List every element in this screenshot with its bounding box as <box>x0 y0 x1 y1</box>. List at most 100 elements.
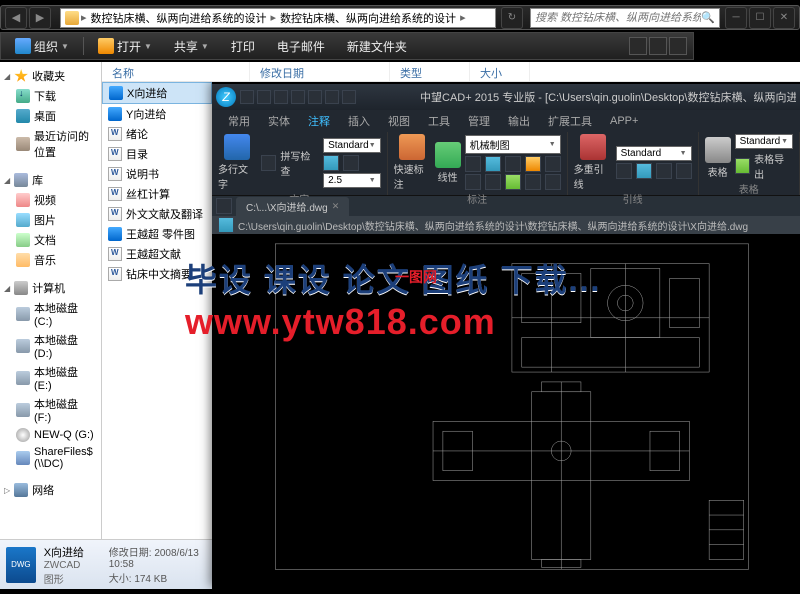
share-button[interactable]: 共享▼ <box>166 36 217 57</box>
tab-tools[interactable]: 工具 <box>420 111 458 131</box>
cad-window: Z 中望CAD+ 2015 专业版 - [C:\Users\qin.guolin… <box>212 84 800 589</box>
tab-extend[interactable]: 扩展工具 <box>540 111 600 131</box>
nav-pane: ◢收藏夹 下载 桌面 最近访问的位置 ◢库 视频 图片 文档 音乐 ◢计算机 本… <box>0 62 102 589</box>
col-type[interactable]: 类型 <box>390 62 470 81</box>
nav-drive-f[interactable]: 本地磁盘 (F:) <box>0 394 101 426</box>
spell-button[interactable] <box>261 155 277 171</box>
help-button[interactable] <box>669 37 687 55</box>
cad-logo-icon[interactable]: Z <box>216 87 236 107</box>
computer-group[interactable]: ◢计算机 <box>0 278 101 298</box>
tab-common[interactable]: 常用 <box>220 111 258 131</box>
find-button[interactable] <box>323 155 339 171</box>
file-item[interactable]: 绪论 <box>102 124 212 144</box>
quick-access-toolbar <box>240 90 356 104</box>
search-box[interactable]: 🔍 <box>530 8 720 28</box>
file-item[interactable]: 丝杠计算 <box>102 184 212 204</box>
details-filetype: ZWCAD 图形 <box>44 560 93 586</box>
newfolder-button[interactable]: 新建文件夹 <box>339 36 415 57</box>
tab-insert[interactable]: 插入 <box>340 111 378 131</box>
table-button[interactable]: 表格 <box>705 137 731 179</box>
tab-output[interactable]: 输出 <box>500 111 538 131</box>
drawing-canvas[interactable] <box>212 234 800 589</box>
file-item[interactable]: 王越超文献 <box>102 244 212 264</box>
dimstyle-combo[interactable]: 机械制图▼ <box>465 135 561 154</box>
email-button[interactable]: 电子邮件 <box>269 36 333 57</box>
qat-new[interactable] <box>240 90 254 104</box>
drive-icon <box>16 307 30 321</box>
col-name[interactable]: 名称 <box>102 62 250 81</box>
tblexport-button[interactable] <box>735 158 751 174</box>
document-tab[interactable]: C:\...\X向进给.dwg✕ <box>236 197 349 216</box>
tab-view[interactable]: 视图 <box>380 111 418 131</box>
nav-drive-e[interactable]: 本地磁盘 (E:) <box>0 362 101 394</box>
qat-more[interactable] <box>342 90 356 104</box>
preview-button[interactable] <box>649 37 667 55</box>
file-item[interactable]: 外文文献及翻译 <box>102 204 212 224</box>
nav-videos[interactable]: 视频 <box>0 190 101 210</box>
textstyle-combo[interactable]: Standard▼ <box>323 138 381 153</box>
tab-app[interactable]: APP+ <box>602 113 646 129</box>
doc-icon <box>108 127 122 141</box>
tab-annotate[interactable]: 注释 <box>300 111 338 131</box>
qat-save[interactable] <box>274 90 288 104</box>
tablestyle-combo[interactable]: Standard▼ <box>735 134 793 149</box>
mleader-button[interactable]: 多重引线 <box>574 134 612 191</box>
nav-desktop[interactable]: 桌面 <box>0 106 101 126</box>
leaderstyle-combo[interactable]: Standard▼ <box>616 146 692 161</box>
table-icon <box>705 137 731 163</box>
qat-redo[interactable] <box>308 90 322 104</box>
nav-documents[interactable]: 文档 <box>0 230 101 250</box>
refresh-button[interactable]: ↻ <box>501 7 523 29</box>
close-button[interactable]: ✕ <box>773 7 795 29</box>
close-tab-icon[interactable]: ✕ <box>332 201 340 212</box>
details-size: 174 KB <box>134 574 167 585</box>
tab-solid[interactable]: 实体 <box>260 111 298 131</box>
col-date[interactable]: 修改日期 <box>250 62 390 81</box>
file-list: X向进给 Y向进给 绪论 目录 说明书 丝杠计算 外文文献及翻译 王越超 零件图… <box>102 82 212 539</box>
breadcrumb-seg[interactable]: 数控钻床横、纵两向进给系统的设计 <box>278 10 458 26</box>
picture-icon <box>16 213 30 227</box>
file-item[interactable]: 目录 <box>102 144 212 164</box>
nav-drive-d[interactable]: 本地磁盘 (D:) <box>0 330 101 362</box>
max-button[interactable]: ☐ <box>749 7 771 29</box>
linear-button[interactable]: 线性 <box>435 142 461 184</box>
tab-home-icon[interactable] <box>216 198 232 214</box>
breadcrumb-seg[interactable]: 数控钻床横、纵两向进给系统的设计 <box>89 10 269 26</box>
nav-music[interactable]: 音乐 <box>0 250 101 270</box>
nav-fwd-button[interactable]: ▶ <box>29 7 51 29</box>
file-item[interactable]: 钻床中文摘要 <box>102 264 212 284</box>
nav-downloads[interactable]: 下载 <box>0 86 101 106</box>
ribbon: 多行文字 拼写检查 Standard▼ 2.5▼ 文字 快速标注 线性 机械制图… <box>212 132 800 196</box>
qat-open[interactable] <box>257 90 271 104</box>
favorites-group[interactable]: ◢收藏夹 <box>0 66 101 86</box>
mtext-button[interactable]: 多行文字 <box>218 134 257 191</box>
file-item[interactable]: 王越超 零件图 <box>102 224 212 244</box>
cad-titlebar[interactable]: Z 中望CAD+ 2015 专业版 - [C:\Users\qin.guolin… <box>212 84 800 110</box>
breadcrumb-path[interactable]: ▸ 数控钻床横、纵两向进给系统的设计 ▸ 数控钻床横、纵两向进给系统的设计 ▸ <box>60 8 496 28</box>
qat-plot[interactable] <box>325 90 339 104</box>
folder-icon <box>65 11 79 25</box>
col-size[interactable]: 大小 <box>470 62 530 81</box>
file-item[interactable]: X向进给 <box>102 82 212 104</box>
search-input[interactable] <box>535 12 701 24</box>
libraries-group[interactable]: ◢库 <box>0 170 101 190</box>
print-button[interactable]: 打印 <box>223 36 263 57</box>
open-button[interactable]: 打开▼ <box>90 36 160 57</box>
nav-drive-g[interactable]: NEW-Q (G:) <box>0 426 101 444</box>
organize-button[interactable]: 组织▼ <box>7 36 77 57</box>
nav-pictures[interactable]: 图片 <box>0 210 101 230</box>
textscale-combo[interactable]: 2.5▼ <box>323 173 381 188</box>
nav-recent[interactable]: 最近访问的位置 <box>0 126 101 162</box>
file-item[interactable]: 说明书 <box>102 164 212 184</box>
document-path-bar: C:\Users\qin.guolin\Desktop\数控钻床横、纵两向进给系… <box>212 216 800 234</box>
min-button[interactable]: ─ <box>725 7 747 29</box>
tab-manage[interactable]: 管理 <box>460 111 498 131</box>
nav-sharefiles[interactable]: ShareFiles$ (\\DC) <box>0 444 101 472</box>
nav-drive-c[interactable]: 本地磁盘 (C:) <box>0 298 101 330</box>
file-item[interactable]: Y向进给 <box>102 104 212 124</box>
network-group[interactable]: ▷网络 <box>0 480 101 500</box>
view-button[interactable] <box>629 37 647 55</box>
qat-undo[interactable] <box>291 90 305 104</box>
nav-back-button[interactable]: ◀ <box>5 7 27 29</box>
quickdim-button[interactable]: 快速标注 <box>394 134 431 191</box>
